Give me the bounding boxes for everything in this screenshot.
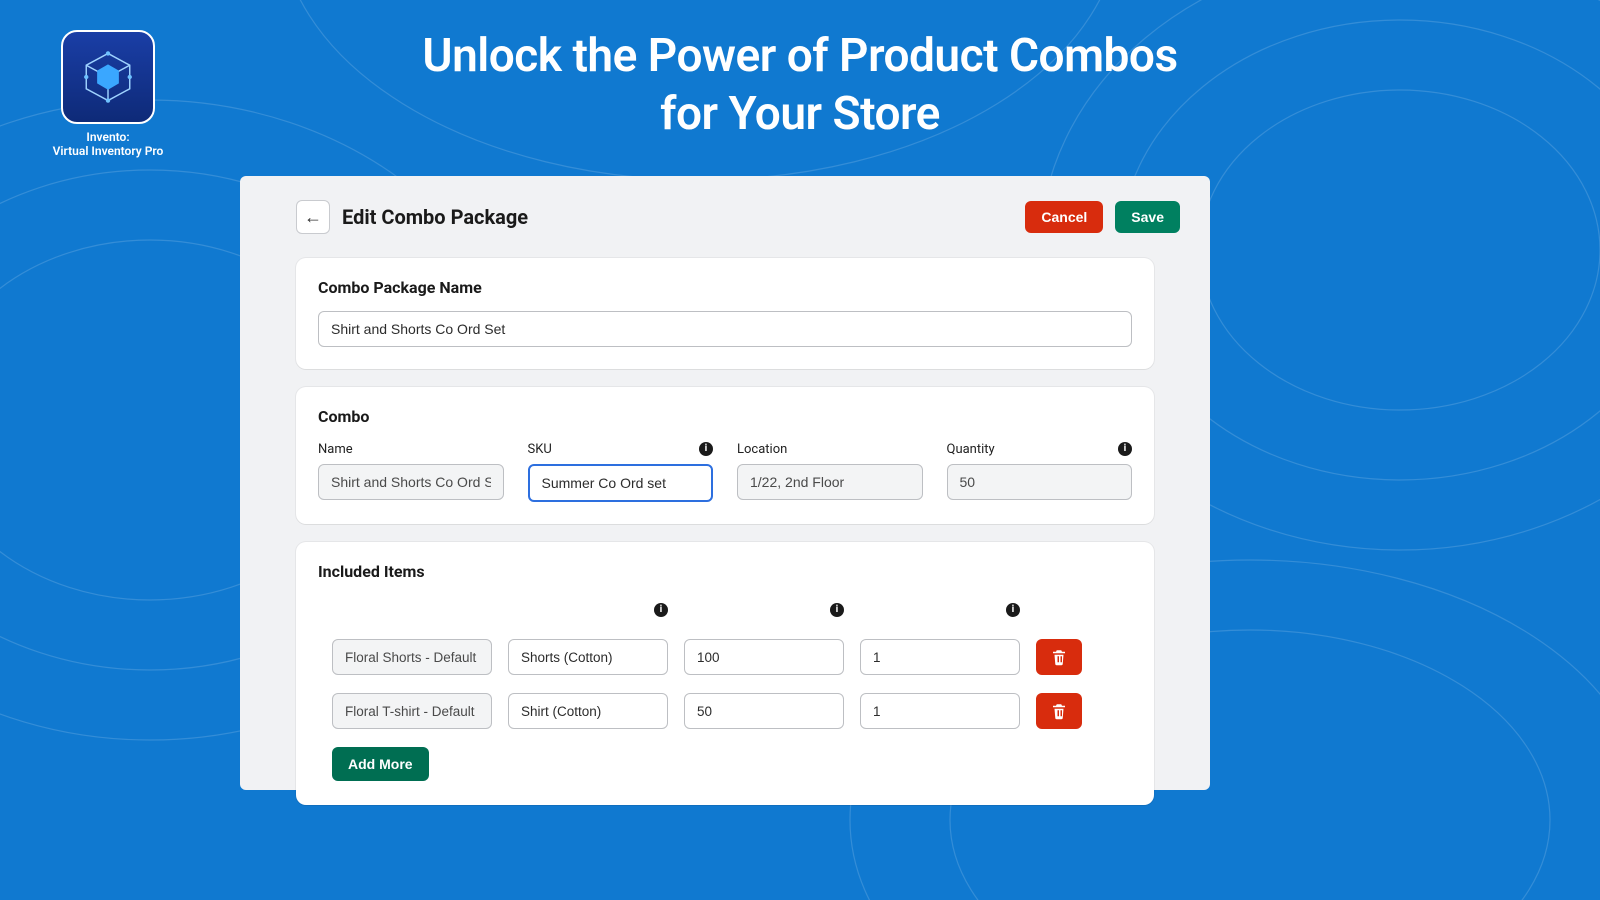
included-items-heading: Included Items [318,562,1132,581]
combo-quantity-input [947,464,1133,500]
delete-item-button[interactable] [1036,639,1082,675]
back-button[interactable]: ← [296,200,330,234]
item-stock-input[interactable] [684,639,844,675]
combo-sku-label: SKU [528,442,552,457]
item-qty-input[interactable] [860,639,1020,675]
package-name-input[interactable] [318,311,1132,347]
info-icon[interactable]: i [654,603,668,617]
panel-header: ← Edit Combo Package Cancel Save [240,176,1210,248]
cancel-button[interactable]: Cancel [1025,201,1103,233]
trash-icon [1050,702,1068,720]
combo-location-label: Location [737,442,787,457]
info-icon[interactable]: i [1118,442,1132,456]
item-stock-input[interactable] [684,693,844,729]
brand-name-line2: Virtual Inventory Pro [48,144,168,158]
add-more-button[interactable]: Add More [332,747,429,781]
combo-sku-input[interactable] [528,464,714,502]
hero-title: Unlock the Power of Product Combos for Y… [0,28,1600,143]
package-name-card: Combo Package Name [296,258,1154,369]
item-qty-input[interactable] [860,693,1020,729]
info-icon[interactable]: i [1006,603,1020,617]
item-sku-input[interactable] [508,693,668,729]
trash-icon [1050,648,1068,666]
item-sku-input[interactable] [508,639,668,675]
arrow-left-icon: ← [304,207,322,228]
save-button[interactable]: Save [1115,201,1180,233]
combo-name-label: Name [318,442,353,457]
info-icon[interactable]: i [830,603,844,617]
combo-card: Combo Name SKU i Location [296,387,1154,524]
package-name-heading: Combo Package Name [318,278,1132,297]
combo-location-input [737,464,923,500]
delete-item-button[interactable] [1036,693,1082,729]
hero-line2: for Your Store [0,86,1600,144]
included-items-card: Included Items i i i [296,542,1154,805]
page-title: Edit Combo Package [342,205,528,229]
item-name-input [332,693,492,729]
combo-name-input [318,464,504,500]
app-panel: ← Edit Combo Package Cancel Save Combo P… [240,176,1210,790]
combo-heading: Combo [318,407,1132,426]
item-name-input [332,639,492,675]
info-icon[interactable]: i [699,442,713,456]
combo-quantity-label: Quantity [947,442,995,457]
hero-line1: Unlock the Power of Product Combos [0,28,1600,86]
